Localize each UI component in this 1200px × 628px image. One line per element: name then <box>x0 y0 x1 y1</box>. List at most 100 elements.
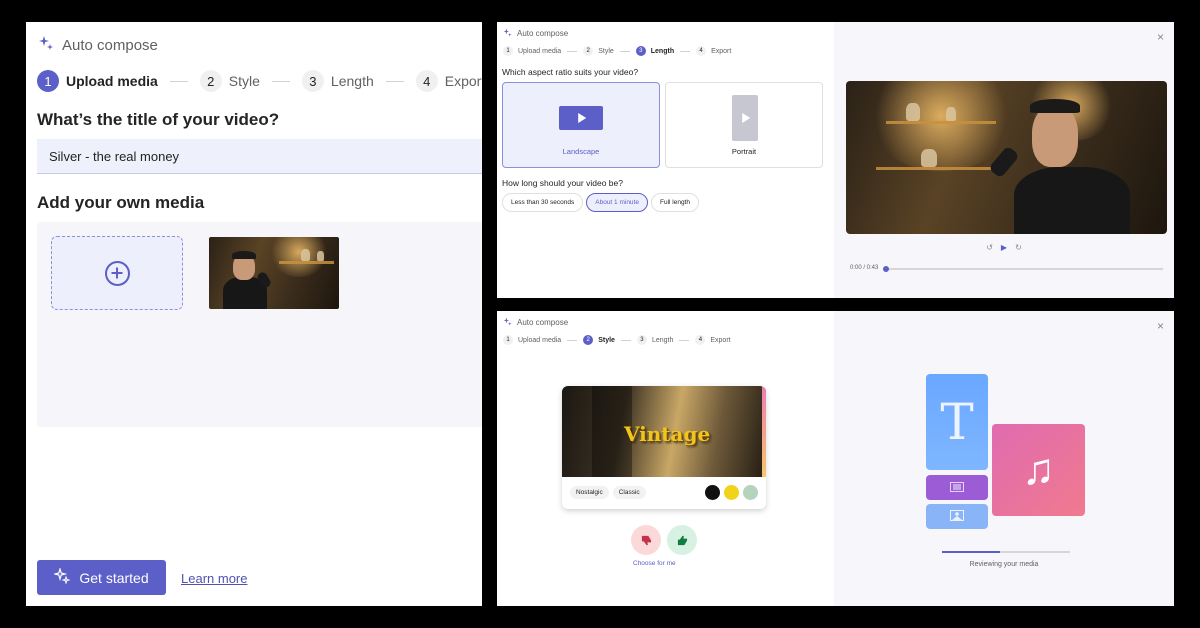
step-number: 4 <box>415 70 438 92</box>
music-tile: ♫ <box>992 424 1085 516</box>
step-divider <box>271 80 290 82</box>
close-icon[interactable]: × <box>1157 319 1164 333</box>
time-readout: 0:00 / 0:43 <box>850 265 879 271</box>
length-step-panel: Auto compose 1 Upload media 2 Style 3 Le… <box>497 22 1174 298</box>
sparkle-icon <box>53 566 71 587</box>
step-number: 2 <box>583 335 594 345</box>
media-thumbnail[interactable] <box>209 237 339 309</box>
step-label: Upload media <box>518 336 562 344</box>
shelf <box>279 261 334 264</box>
seek-bar[interactable] <box>883 266 1163 272</box>
step-length[interactable]: 3 Length <box>636 335 674 345</box>
media-heading: Add your own media <box>37 193 205 212</box>
app-title: Auto compose <box>62 36 158 54</box>
step-number: 4 <box>696 46 707 56</box>
landscape-option[interactable]: Landscape <box>502 82 660 168</box>
step-divider <box>679 339 690 341</box>
thumbs-down-icon[interactable] <box>631 525 661 555</box>
text-icon: T <box>940 393 974 451</box>
color-swatch <box>743 485 758 500</box>
add-media-button[interactable] <box>51 236 183 310</box>
review-progress-fill <box>942 551 1000 553</box>
reviewing-status: Reviewing your media <box>969 561 1039 568</box>
forward-icon[interactable]: ↻ <box>1015 243 1022 252</box>
app-header: Auto compose <box>503 317 568 328</box>
step-upload-media[interactable]: 1 Upload media <box>37 70 158 92</box>
music-note-icon: ♫ <box>1022 445 1055 494</box>
step-divider <box>567 50 578 52</box>
step-length[interactable]: 3 Length <box>635 46 675 56</box>
vase <box>301 249 310 261</box>
close-icon[interactable]: × <box>1157 30 1164 44</box>
play-icon <box>742 113 751 123</box>
sparkle-icon <box>38 35 54 55</box>
length-question: How long should your video be? <box>502 178 623 188</box>
learn-more-link[interactable]: Learn more <box>181 571 247 586</box>
style-pane: Auto compose 1 Upload media 2 Style 3 Le… <box>497 311 834 606</box>
stepper: 1 Upload media 2 Style 3 Length 4 Export <box>503 335 731 345</box>
step-export[interactable]: 4 Export <box>415 70 482 92</box>
color-swatch <box>724 485 739 500</box>
stepper: 1 Upload media 2 Style 3 Length 4 Export <box>503 46 731 56</box>
seek-handle[interactable] <box>883 266 889 272</box>
stepper: 1 Upload media 2 Style 3 Length 4 Export <box>37 70 482 92</box>
choose-for-me-link[interactable]: Choose for me <box>633 560 676 567</box>
rewind-icon[interactable]: ↺ <box>986 243 993 252</box>
step-export[interactable]: 4 Export <box>696 46 731 56</box>
option-label: Portrait <box>731 147 757 156</box>
step-label: Style <box>228 73 260 89</box>
step-upload-media[interactable]: 1 Upload media <box>503 335 561 345</box>
thumbs-up-icon[interactable] <box>667 525 697 555</box>
aspect-question: Which aspect ratio suits your video? <box>502 67 639 77</box>
play-icon[interactable]: ▶ <box>1001 243 1007 252</box>
style-tag: Nostalgic <box>570 486 609 499</box>
step-label: Upload media <box>518 47 562 55</box>
media-drop-area <box>37 222 482 427</box>
review-pane: × T ♫ Reviewing your media <box>834 311 1174 606</box>
portrait-option[interactable]: Portrait <box>665 82 823 168</box>
play-icon <box>578 113 587 123</box>
step-style[interactable]: 2 Style <box>583 46 614 56</box>
vase <box>906 103 920 121</box>
style-feedback <box>631 525 697 555</box>
vase <box>921 149 937 167</box>
vase <box>317 251 324 261</box>
style-preview-image: Vintage <box>562 386 766 477</box>
app-title: Auto compose <box>517 318 569 327</box>
step-number: 2 <box>583 46 594 56</box>
sparkle-icon <box>503 317 512 328</box>
option-label: Landscape <box>562 147 600 156</box>
step-upload-media[interactable]: 1 Upload media <box>503 46 561 56</box>
style-tag: Classic <box>612 486 646 499</box>
step-number: 1 <box>503 46 513 56</box>
style-name: Vintage <box>624 422 711 446</box>
app-title: Auto compose <box>517 29 569 38</box>
step-number: 2 <box>199 70 222 92</box>
step-label: Length <box>650 47 675 55</box>
step-number: 3 <box>636 335 647 345</box>
length-chip-short[interactable]: Less than 30 seconds <box>502 193 584 212</box>
shelf <box>876 167 996 170</box>
step-label: Export <box>711 47 732 55</box>
step-length[interactable]: 3 Length <box>301 70 374 92</box>
media-review-illustration: T ♫ <box>926 374 1086 534</box>
text-tile: T <box>926 374 988 470</box>
image-tile <box>926 504 988 529</box>
video-title-input[interactable] <box>37 139 482 174</box>
step-style[interactable]: 2 Style <box>199 70 260 92</box>
length-chip-full[interactable]: Full length <box>650 193 699 212</box>
step-style[interactable]: 2 Style <box>583 335 615 345</box>
step-label: Upload media <box>66 73 158 89</box>
length-chip-1min[interactable]: About 1 minute <box>586 193 648 212</box>
style-tags: Nostalgic Classic <box>570 486 646 499</box>
film-icon <box>950 479 964 497</box>
video-preview[interactable] <box>846 81 1167 234</box>
get-started-button[interactable]: Get started <box>37 560 166 595</box>
step-label: Length <box>651 336 674 344</box>
color-swatches <box>705 485 758 500</box>
step-number: 3 <box>635 46 646 56</box>
style-card[interactable]: Vintage Nostalgic Classic <box>562 386 766 509</box>
step-export[interactable]: 4 Export <box>695 335 731 345</box>
step-number: 4 <box>695 335 706 345</box>
app-header: Auto compose <box>38 35 158 55</box>
